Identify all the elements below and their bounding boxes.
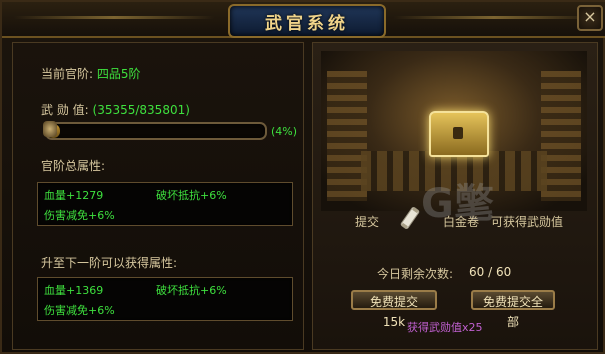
total-attr-damage-reduction: 伤害减免+6% <box>44 209 115 222</box>
treasure-scene: G氅 <box>321 51 587 227</box>
submit-label: 提交 <box>355 215 380 229</box>
merit-value: (35355/835801) <box>92 103 190 117</box>
gain-note: 获得武勋值x25 <box>407 321 483 334</box>
close-icon: × <box>583 7 597 26</box>
remaining-label: 今日剩余次数: <box>377 267 454 281</box>
rank-info-panel: 当前官阶: 四品5阶 武 勋 值: (35355/835801) (4%) 官阶… <box>12 42 304 350</box>
free-submit-15k-button[interactable]: 免费提交15k <box>351 290 437 329</box>
title-decoration-right <box>394 16 594 19</box>
free-submit-all-button[interactable]: 免费提交全部 <box>471 290 555 329</box>
merit-percent: (4%) <box>271 125 298 138</box>
total-attr-title: 官阶总属性: <box>41 159 106 173</box>
title-decoration-left <box>14 16 214 19</box>
total-attr-hp: 血量+1279 <box>44 189 104 202</box>
current-rank-row: 当前官阶: 四品5阶 <box>41 65 141 82</box>
next-attr-box: 血量+1369 破坏抵抗+6% 伤害减免+6% <box>37 277 293 321</box>
remaining-value: 60 / 60 <box>469 265 512 279</box>
next-attr-hp: 血量+1369 <box>44 284 104 297</box>
total-attr-break-resist: 破坏抵抗+6% <box>156 189 227 202</box>
merit-progress-bar <box>43 121 267 140</box>
next-attr-title: 升至下一阶可以获得属性: <box>41 256 178 270</box>
title-plate: 武官系统 <box>228 4 386 38</box>
merit-row: 武 勋 值: (35355/835801) <box>41 101 190 118</box>
martial-official-window: 武官系统 × 当前官阶: 四品5阶 武 勋 值: (35355/835801) … <box>0 0 605 354</box>
current-rank-value: 四品5阶 <box>96 67 141 81</box>
treasure-chest-icon <box>429 111 489 157</box>
merit-label: 武 勋 值: <box>41 103 89 117</box>
scroll-item-icon[interactable] <box>397 205 423 231</box>
close-button[interactable]: × <box>577 5 603 31</box>
pillar-right-decoration <box>541 71 581 201</box>
item-name: 白金卷 <box>443 215 480 229</box>
progress-cap-icon <box>43 121 57 137</box>
window-title: 武官系统 <box>265 13 349 34</box>
current-rank-label: 当前官阶: <box>41 67 94 81</box>
total-attr-box: 血量+1279 破坏抵抗+6% 伤害减免+6% <box>37 182 293 226</box>
submit-panel: G氅 提交 白金卷 可获得武勋值 今日剩余次数: 60 / 60 免费提交15k… <box>312 42 598 350</box>
title-bar: 武官系统 × <box>2 2 605 38</box>
next-attr-damage-reduction: 伤害减免+6% <box>44 304 115 317</box>
gain-text: 可获得武勋值 <box>491 215 564 229</box>
next-attr-break-resist: 破坏抵抗+6% <box>156 284 227 297</box>
